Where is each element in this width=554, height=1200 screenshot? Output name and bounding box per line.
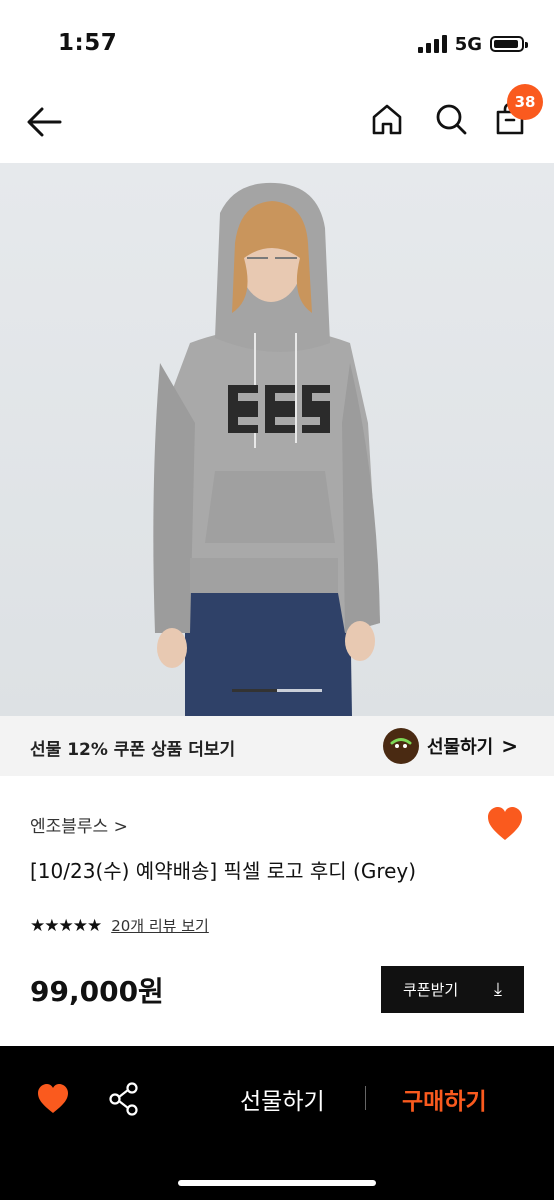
- status-bar: 1:57 5G: [0, 0, 554, 82]
- search-icon[interactable]: [432, 100, 470, 138]
- wishlist-heart-icon-bottom[interactable]: [36, 1083, 70, 1115]
- product-image[interactable]: [0, 163, 554, 716]
- coupon-download-button[interactable]: 쿠폰받기 ⤓: [381, 966, 524, 1013]
- brand-link[interactable]: 엔조블루스 >: [30, 812, 128, 837]
- home-indicator[interactable]: [178, 1180, 376, 1186]
- gift-character-icon: [382, 728, 419, 764]
- buy-button[interactable]: 구매하기: [402, 1082, 487, 1116]
- product-price: 99,000원: [30, 975, 164, 1008]
- coupon-promo-text[interactable]: 선물 12% 쿠폰 상품 더보기: [30, 735, 235, 760]
- chevron-right-icon: >: [501, 734, 518, 758]
- signal-icon: [417, 35, 447, 53]
- battery-icon: [490, 36, 528, 52]
- coupon-strip[interactable]: 선물 12% 쿠폰 상품 더보기 선물하기 >: [0, 716, 554, 776]
- gift-button[interactable]: 선물하기: [240, 1082, 325, 1116]
- download-icon: ⤓: [494, 979, 502, 1000]
- divider: [365, 1086, 366, 1110]
- share-icon[interactable]: [108, 1082, 140, 1116]
- bottom-action-bar: 선물하기 구매하기: [0, 1046, 554, 1200]
- review-link[interactable]: 20개 리뷰 보기: [111, 915, 209, 936]
- carousel-dot-1: [232, 689, 277, 692]
- model-hoodie-illustration: [153, 182, 380, 716]
- coupon-button-label: 쿠폰받기: [403, 981, 459, 999]
- star-rating: ★★★★★: [30, 915, 102, 936]
- home-icon[interactable]: [368, 100, 406, 138]
- gift-link[interactable]: 선물하기 >: [382, 728, 518, 764]
- top-nav: 38: [0, 82, 554, 162]
- rating-row: ★★★★★ 20개 리뷰 보기: [30, 915, 209, 936]
- status-time: 1:57: [58, 30, 118, 56]
- back-arrow-icon[interactable]: [24, 102, 64, 142]
- product-title: [10/23(수) 예약배송] 픽셀 로고 후디 (Grey): [30, 859, 417, 883]
- wishlist-heart-icon[interactable]: [486, 806, 524, 842]
- carousel-indicator: [232, 689, 322, 692]
- status-indicators: 5G: [417, 33, 528, 55]
- carousel-dot-2: [277, 689, 322, 692]
- gift-link-label: 선물하기: [426, 737, 494, 758]
- network-type: 5G: [454, 33, 482, 55]
- cart-count-badge: 38: [507, 84, 543, 120]
